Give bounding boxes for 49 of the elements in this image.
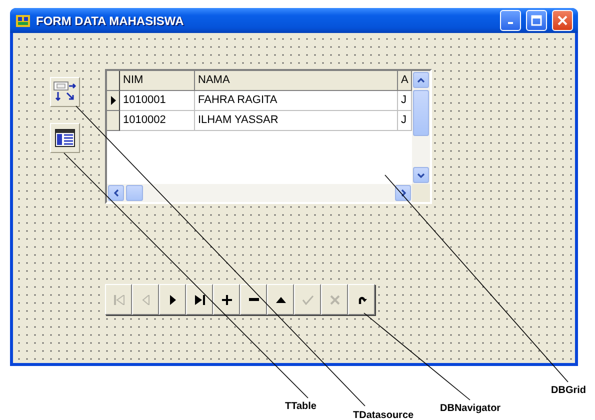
column-header[interactable]: NAMA xyxy=(195,71,398,91)
plus-icon xyxy=(222,294,232,304)
scroll-thumb[interactable] xyxy=(413,90,429,136)
table-cell: 1010001 xyxy=(120,91,195,111)
insert-button[interactable] xyxy=(213,284,240,315)
table-cell: 1010002 xyxy=(120,111,195,131)
minus-icon xyxy=(248,298,258,301)
next-record-icon xyxy=(168,294,176,304)
last-record-icon xyxy=(194,294,206,304)
annotation-label: TDatasource xyxy=(353,410,414,420)
minimize-button[interactable] xyxy=(500,10,521,31)
table-component[interactable] xyxy=(50,123,80,153)
annotation-label: DBNavigator xyxy=(440,403,501,414)
window-title: FORM DATA MAHASISWA xyxy=(36,14,185,28)
annotation-label: TTable xyxy=(285,401,316,412)
current-row-icon xyxy=(110,96,116,105)
annotation-label: DBGrid xyxy=(551,385,586,396)
refresh-button[interactable] xyxy=(348,284,375,315)
app-icon xyxy=(15,14,31,28)
scroll-thumb[interactable] xyxy=(126,185,143,201)
datasource-icon xyxy=(53,81,77,103)
scroll-right-icon[interactable] xyxy=(395,185,411,201)
datasource-component[interactable] xyxy=(50,77,80,107)
table-cell: FAHRA RAGITA xyxy=(195,91,398,111)
column-header[interactable]: A xyxy=(398,71,412,91)
maximize-button[interactable] xyxy=(526,10,547,31)
checkmark-icon xyxy=(302,294,314,304)
previous-record-icon xyxy=(142,294,150,304)
delete-button[interactable] xyxy=(240,284,267,315)
horizontal-scrollbar[interactable] xyxy=(107,184,412,202)
last-button[interactable] xyxy=(186,284,213,315)
column-header[interactable]: NIM xyxy=(120,71,195,91)
edit-button[interactable] xyxy=(267,284,294,315)
scroll-left-icon[interactable] xyxy=(108,185,124,201)
scroll-down-icon[interactable] xyxy=(413,167,429,183)
up-triangle-icon xyxy=(276,296,286,302)
vertical-scrollbar[interactable] xyxy=(412,71,430,184)
maximize-icon xyxy=(531,15,542,26)
table-cell: ILHAM YASSAR xyxy=(195,111,398,131)
first-record-icon xyxy=(112,294,124,304)
indicator-header xyxy=(107,71,120,91)
data-grid[interactable]: NIM NAMA A 1010001 FAHRA RAGITA J 1010002 ILHAM YASSAR J xyxy=(105,69,432,204)
scroll-up-icon[interactable] xyxy=(413,72,429,88)
refresh-icon xyxy=(356,294,366,304)
next-button[interactable] xyxy=(159,284,186,315)
close-button[interactable] xyxy=(552,10,573,31)
cross-icon xyxy=(330,294,340,304)
close-icon xyxy=(557,15,568,26)
table-icon xyxy=(55,129,75,147)
